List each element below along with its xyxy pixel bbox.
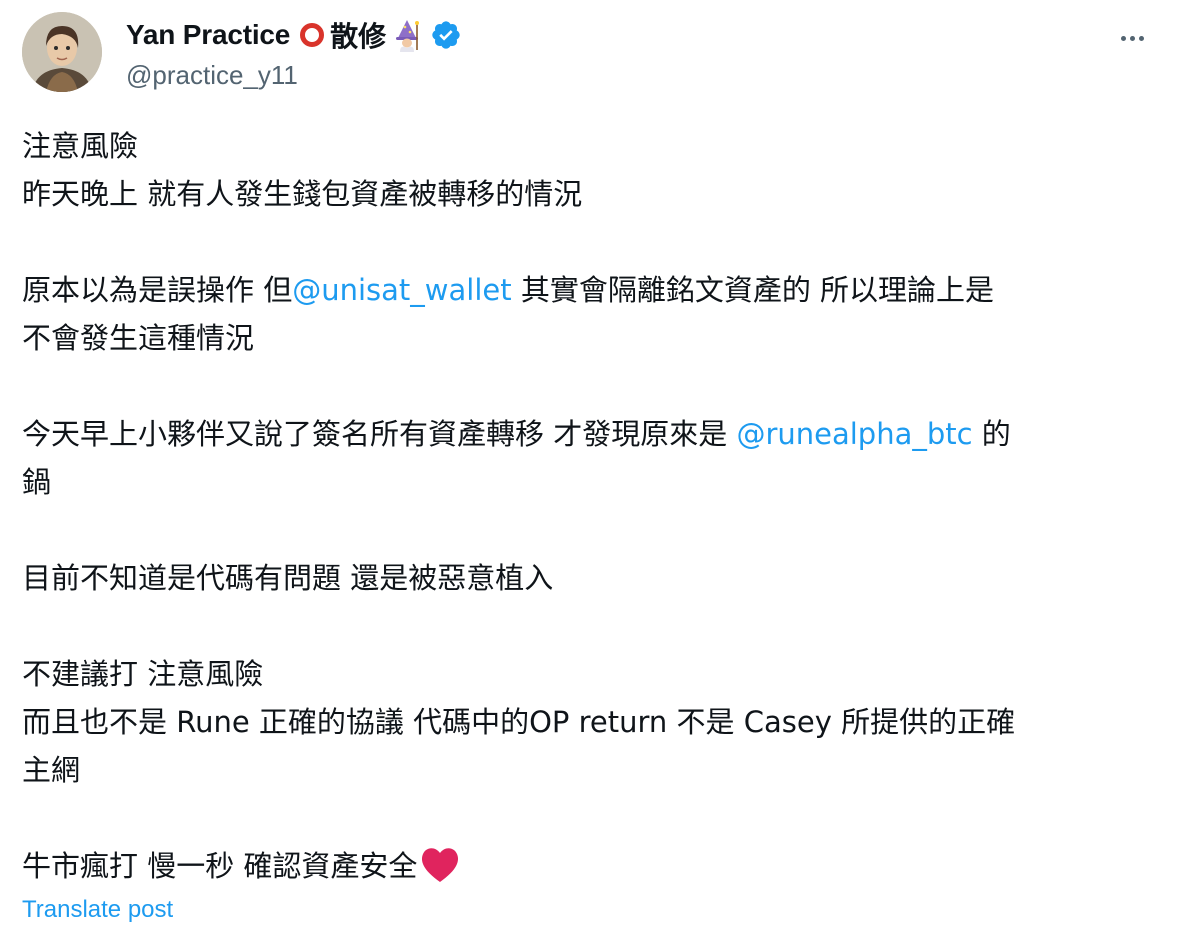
mention-link-runealpha[interactable]: @runealpha_btc xyxy=(736,417,972,451)
avatar[interactable] xyxy=(22,12,102,92)
text-segment: 的 xyxy=(972,417,1011,451)
author-handle[interactable]: @practice_y11 xyxy=(126,60,298,91)
text-segment: 其實會隔離銘文資產的 所以理論上是 xyxy=(511,273,995,307)
mage-emoji-icon xyxy=(390,18,424,52)
text-line: 目前不知道是代碼有問題 還是被惡意植入 xyxy=(22,561,554,595)
translate-post-link[interactable]: Translate post xyxy=(22,896,173,924)
paragraph: 目前不知道是代碼有問題 還是被惡意植入 xyxy=(22,554,1162,602)
text-line: 鍋 xyxy=(22,465,52,499)
paragraph: 今天早上小夥伴又說了簽名所有資產轉移 才發現原來是 @runealpha_btc… xyxy=(22,410,1162,506)
paragraph: 原本以為是誤操作 但@unisat_wallet 其實會隔離銘文資產的 所以理論… xyxy=(22,266,1162,362)
paragraph: 注意風險 昨天晚上 就有人發生錢包資產被轉移的情況 xyxy=(22,122,1162,218)
more-options-button[interactable] xyxy=(1112,18,1152,58)
paragraph: 不建議打 注意風險 而且也不是 Rune 正確的協議 代碼中的OP return… xyxy=(22,650,1162,794)
text-segment: 今天早上小夥伴又說了簽名所有資產轉移 才發現原來是 xyxy=(22,417,737,451)
more-options-dot xyxy=(1138,35,1144,41)
post-text: 注意風險 昨天晚上 就有人發生錢包資產被轉移的情況 原本以為是誤操作 但@uni… xyxy=(22,122,1162,890)
text-line: 牛市瘋打 慢一秒 確認資產安全 xyxy=(22,842,1162,890)
text-line: 注意風險 xyxy=(22,129,139,163)
paragraph: 牛市瘋打 慢一秒 確認資產安全 xyxy=(22,842,1162,890)
more-options-icon xyxy=(1120,35,1126,41)
tweet-header: Yan Practice 散修 @practice_y11 xyxy=(22,12,1162,94)
red-heart-icon xyxy=(419,844,461,884)
name-suffix: 散修 xyxy=(330,21,387,52)
text-line: 原本以為是誤操作 但@unisat_wallet 其實會隔離銘文資產的 所以理論… xyxy=(22,266,1162,314)
tweet: Yan Practice 散修 @practice_y11 注意風險 昨天晚上 … xyxy=(0,0,1182,940)
text-line: 不建議打 注意風險 xyxy=(22,657,264,691)
text-line: 主網 xyxy=(22,753,81,787)
text-line: 昨天晚上 就有人發生錢包資產被轉移的情況 xyxy=(22,177,583,211)
text-line: 不會發生這種情況 xyxy=(22,321,255,355)
verified-badge-icon[interactable] xyxy=(430,19,462,51)
text-segment: 牛市瘋打 慢一秒 確認資產安全 xyxy=(22,849,418,883)
text-line: 而且也不是 Rune 正確的協議 代碼中的OP return 不是 Casey … xyxy=(22,705,1016,739)
text-line: 今天早上小夥伴又說了簽名所有資產轉移 才發現原來是 @runealpha_btc… xyxy=(22,410,1162,458)
name-row: Yan Practice 散修 xyxy=(126,16,462,54)
mention-link-unisat[interactable]: @unisat_wallet xyxy=(292,273,511,307)
text-segment: 原本以為是誤操作 但 xyxy=(22,273,293,307)
display-name[interactable]: Yan Practice xyxy=(126,19,290,51)
red-ring-icon xyxy=(300,23,325,47)
more-options-dot xyxy=(1129,35,1135,41)
